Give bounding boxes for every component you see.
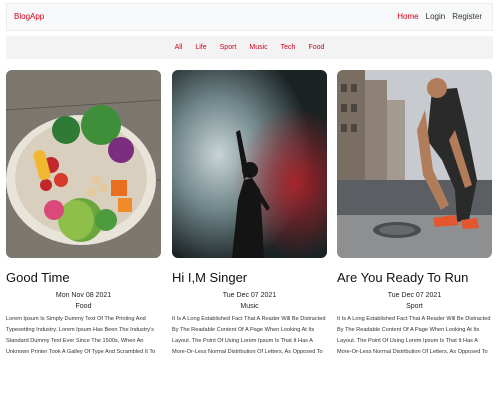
post-image-food-bowl[interactable] (6, 70, 161, 258)
post-title[interactable]: Good Time (6, 270, 161, 285)
nav-register-link[interactable]: Register (452, 12, 482, 21)
post-category: Music (240, 303, 259, 310)
post-category: Food (75, 303, 92, 310)
post-image-singer[interactable] (172, 70, 327, 258)
category-food-link[interactable]: Food (308, 44, 324, 51)
post-category: Sport (406, 303, 423, 310)
post-excerpt: Lorem Ipsum Is Simply Dummy Text Of The … (6, 316, 156, 355)
category-bar: All Life Sport Music Tech Food (6, 36, 493, 59)
post-card[interactable]: Good Time Mon Nov 08 2021 Food Lorem Ips… (6, 70, 161, 358)
post-date: Tue Dec 07 2021 (222, 292, 277, 299)
post-card[interactable]: Hi I,M Singer Tue Dec 07 2021 Music It I… (172, 70, 327, 358)
category-music-link[interactable]: Music (249, 44, 267, 51)
post-title[interactable]: Are You Ready To Run (337, 270, 492, 285)
nav-login-link[interactable]: Login (426, 12, 446, 21)
category-sport-link[interactable]: Sport (220, 44, 237, 51)
nav-home-link[interactable]: Home (397, 12, 418, 21)
navbar: BlogApp Home Login Register (6, 3, 493, 31)
post-date: Mon Nov 08 2021 (55, 292, 112, 299)
nav-links: Home Login Register (397, 12, 482, 21)
post-excerpt: It Is A Long Established Fact That A Rea… (172, 316, 326, 355)
post-title[interactable]: Hi I,M Singer (172, 270, 327, 285)
brand-logo[interactable]: BlogApp (14, 12, 44, 21)
post-card[interactable]: Are You Ready To Run Tue Dec 07 2021 Spo… (337, 70, 492, 358)
post-date: Tue Dec 07 2021 (387, 292, 442, 299)
post-excerpt: It Is A Long Established Fact That A Rea… (337, 316, 491, 355)
post-image-runner[interactable] (337, 70, 492, 258)
category-life-link[interactable]: Life (195, 44, 206, 51)
category-all-link[interactable]: All (175, 44, 183, 51)
category-tech-link[interactable]: Tech (281, 44, 296, 51)
